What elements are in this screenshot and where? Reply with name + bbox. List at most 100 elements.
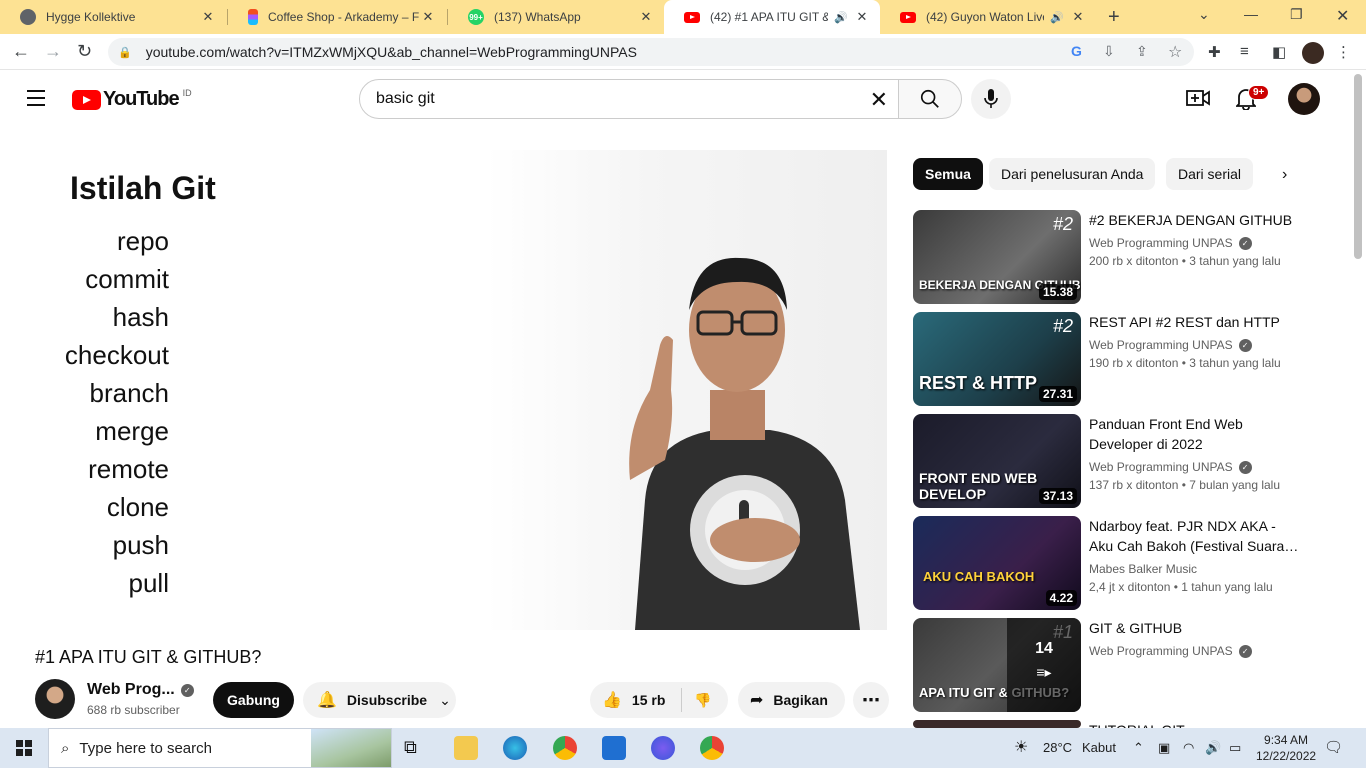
chevron-right-icon[interactable]: › [1282,166,1287,184]
close-icon[interactable]: ✕ [420,9,436,25]
youtube-logo[interactable]: YouTube ID [72,88,192,111]
bookmark-star-icon[interactable]: ☆ [1168,42,1182,62]
video-thumbnail[interactable] [913,720,1081,728]
wifi-icon[interactable]: ◠ [1183,740,1194,756]
rec-title[interactable]: Ndarboy feat. PJR NDX AKA - Aku Cah Bako… [1089,516,1299,556]
browser-tab-youtube-guyon[interactable]: (42) Guyon Waton Live @ 🔊 ✕ [880,0,1096,34]
channel-avatar[interactable] [35,679,75,719]
chip-dari-penelusuran[interactable]: Dari penelusuran Anda [989,158,1156,190]
browser-tab-whatsapp[interactable]: 99+ (137) WhatsApp ✕ [448,0,664,34]
recommendation-item[interactable]: #2 BEKERJA DENGAN GITHUB 15.38 #2 BEKERJ… [913,210,1313,306]
clear-search-icon[interactable]: ✕ [870,87,888,113]
lock-icon[interactable]: 🔒 [118,46,132,59]
recommendation-item[interactable]: TUTORIAL GIT [913,720,1313,728]
chip-dari-serial[interactable]: Dari serial [1166,158,1254,190]
close-icon[interactable]: ✕ [1070,9,1086,25]
task-view-icon[interactable]: ⧉ [404,737,428,761]
menu-kebab-icon[interactable]: ⋮ [1336,43,1351,61]
rec-channel[interactable]: Web Programming UNPAS ✓ [1089,644,1252,658]
notification-center-icon[interactable]: 🗨 [1324,738,1343,756]
weather-icon[interactable]: ☀ [1014,737,1028,757]
speaker-icon[interactable]: 🔊 [834,11,848,24]
install-icon[interactable]: ⇩ [1103,43,1115,60]
recommendation-item[interactable]: FRONT END WEB DEVELOP 37.13 Panduan Fron… [913,414,1313,510]
search-input[interactable]: basic git ✕ [359,79,899,119]
speaker-icon[interactable]: 🔊 [1050,11,1064,24]
like-button[interactable]: 👍 15 rb 👎 [590,682,728,718]
forward-button[interactable]: → [44,41,62,62]
video-player[interactable]: Istilah Git repo commit hash checkout br… [35,150,887,630]
weather-condition[interactable]: Kabut [1082,740,1116,755]
thumbs-down-icon[interactable]: 👎 [694,692,711,709]
verified-check-icon: ✓ [180,684,194,697]
google-lens-icon[interactable]: G [1071,43,1082,59]
voice-search-button[interactable] [971,79,1011,119]
rec-channel[interactable]: Mabes Balker Music [1089,562,1197,576]
page-scrollbar[interactable] [1354,74,1362,259]
figma-icon [248,9,258,25]
share-icon[interactable]: ⇪ [1136,43,1148,60]
create-video-icon[interactable] [1186,88,1210,114]
mail-icon[interactable] [602,736,626,760]
side-panel-icon[interactable]: ◧ [1272,43,1286,61]
rec-title[interactable]: Panduan Front End Web Developer di 2022 [1089,414,1299,454]
media-control-icon[interactable]: ≡ [1240,43,1249,60]
playlist-count: 14 [1035,640,1053,657]
windows-start-icon[interactable] [16,740,32,756]
playlist-thumbnail[interactable]: #1 APA ITU GIT & GITHUB? 14 ≡▸ [913,618,1081,712]
video-thumbnail[interactable]: FRONT END WEB DEVELOP 37.13 [913,414,1081,508]
slide-term: commit [85,264,169,294]
browser-tab-figma[interactable]: Coffee Shop - Arkademy – Fi ✕ [228,0,446,34]
browser-tab-youtube-active[interactable]: (42) #1 APA ITU GIT & GI 🔊 ✕ [664,0,880,34]
messenger-icon[interactable] [651,736,675,760]
rec-channel[interactable]: Web Programming UNPAS ✓ [1089,236,1252,250]
video-thumbnail[interactable]: #2 REST & HTTP 27.31 [913,312,1081,406]
device-icon[interactable]: ▣ [1158,740,1170,756]
reload-button[interactable]: ↻ [77,41,92,62]
recommendation-item[interactable]: #2 REST & HTTP 27.31 REST API #2 REST da… [913,312,1313,408]
edge-icon[interactable] [503,736,527,760]
account-avatar[interactable] [1288,83,1320,115]
search-button[interactable] [898,79,962,119]
address-bar[interactable]: 🔒 youtube.com/watch?v=ITMZxWMjXQU&ab_cha… [108,38,1194,66]
video-thumbnail[interactable]: #2 BEKERJA DENGAN GITHUB 15.38 [913,210,1081,304]
recommendation-playlist[interactable]: #1 APA ITU GIT & GITHUB? 14 ≡▸ GIT & GIT… [913,618,1313,714]
subscribed-button[interactable]: 🔔 Disubscribe ⌄ [303,682,456,718]
chrome-profile-icon[interactable] [700,736,724,760]
weather-temperature[interactable]: 28°C [1043,740,1072,755]
chip-semua[interactable]: Semua [913,158,983,190]
rec-title[interactable]: REST API #2 REST dan HTTP [1089,312,1299,332]
join-button[interactable]: Gabung [213,682,294,718]
bell-icon: 🔔 [317,692,337,709]
rec-title[interactable]: #2 BEKERJA DENGAN GITHUB [1089,210,1299,230]
rec-title[interactable]: TUTORIAL GIT [1089,720,1299,728]
volume-icon[interactable]: 🔊 [1205,740,1221,756]
chrome-icon[interactable] [553,736,577,760]
rec-channel[interactable]: Web Programming UNPAS ✓ [1089,460,1252,474]
close-icon[interactable]: ✕ [854,9,870,25]
menu-hamburger-icon[interactable] [27,90,45,111]
close-icon[interactable]: ✕ [638,9,654,25]
battery-icon[interactable]: ▭ [1229,740,1241,756]
file-explorer-icon[interactable] [454,736,478,760]
close-icon[interactable]: ✕ [200,9,216,25]
tab-search-icon[interactable]: ⌄ [1198,6,1210,23]
taskbar-search-input[interactable]: ⌕ Type here to search [48,728,392,768]
minimize-button[interactable]: — [1244,6,1258,22]
chevron-up-icon[interactable]: ⌃ [1133,740,1144,756]
maximize-button[interactable]: ❐ [1290,6,1303,23]
rec-title[interactable]: GIT & GITHUB [1089,618,1299,638]
more-actions-button[interactable]: ⋯ [853,682,889,718]
video-thumbnail[interactable]: AKU CAH BAKOH 4.22 [913,516,1081,610]
extensions-icon[interactable]: ✚ [1208,43,1221,61]
recommendation-item[interactable]: AKU CAH BAKOH 4.22 Ndarboy feat. PJR NDX… [913,516,1313,612]
browser-tab-hygge[interactable]: Hygge Kollektive ✕ [0,0,226,34]
close-window-button[interactable]: ✕ [1336,6,1349,26]
system-clock[interactable]: 9:34 AM 12/22/2022 [1256,732,1316,764]
profile-avatar[interactable] [1302,42,1324,64]
channel-name[interactable]: Web Prog... ✓ [87,681,194,699]
rec-channel[interactable]: Web Programming UNPAS ✓ [1089,338,1252,352]
new-tab-button[interactable]: + [1108,6,1120,29]
back-button[interactable]: ← [12,41,30,62]
share-button[interactable]: ➦ Bagikan [738,682,845,718]
